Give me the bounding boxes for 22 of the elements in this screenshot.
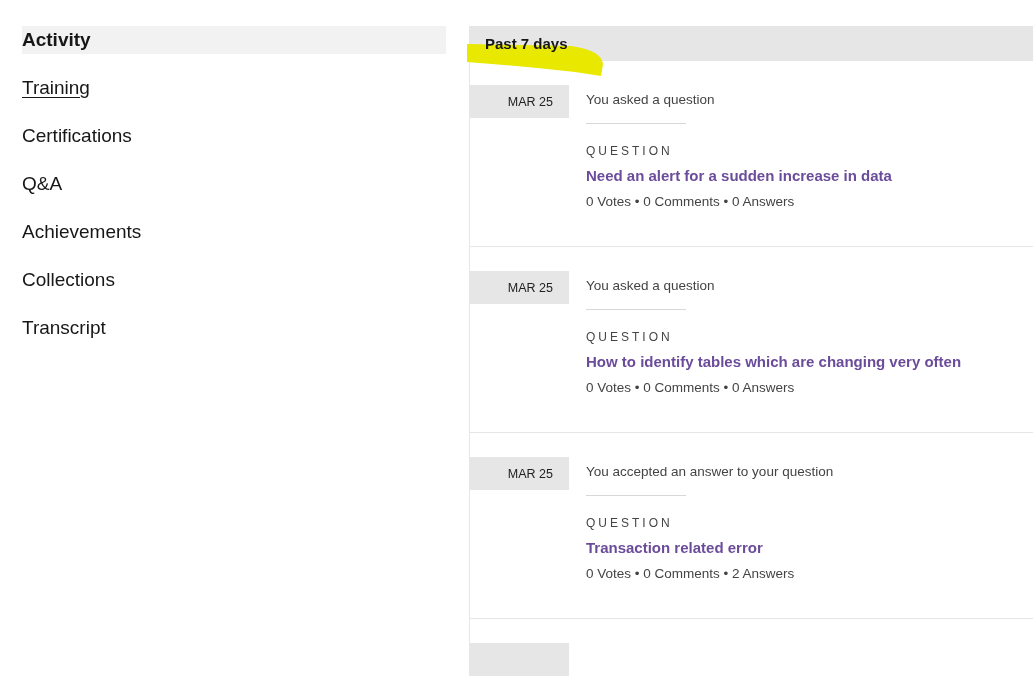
sidebar-item[interactable]: Q&A: [22, 170, 446, 198]
date-badge: MAR 25: [470, 85, 569, 118]
question-stats: 0 Votes • 0 Comments • 2 Answers: [586, 566, 796, 581]
sidebar-item[interactable]: Certifications: [22, 122, 446, 150]
activity-description: You accepted an answer to your question: [586, 464, 834, 479]
question-link[interactable]: How to identify tables which are changing very often: [586, 353, 962, 370]
activity-description: You asked a question: [586, 92, 716, 107]
item-type: QUESTION: [586, 516, 674, 530]
question-stats: 0 Votes • 0 Comments • 0 Answers: [586, 380, 796, 395]
question-stats: 0 Votes • 0 Comments • 0 Answers: [586, 194, 796, 209]
sidebar-item[interactable]: Achievements: [22, 218, 446, 246]
date-badge: MAR 25: [470, 457, 569, 490]
item-type: QUESTION: [586, 330, 674, 344]
sidebar-item[interactable]: Training: [22, 74, 446, 102]
sidebar-item[interactable]: Transcript: [22, 314, 446, 342]
date-badge: MAR 25: [470, 271, 569, 304]
sidebar-item[interactable]: Collections: [22, 266, 446, 294]
question-link[interactable]: Need an alert for a sudden increase in data: [586, 167, 892, 184]
activity-description: You asked a question: [586, 278, 716, 293]
question-link[interactable]: Transaction related error: [586, 539, 834, 556]
sidebar-item[interactable]: Activity: [22, 26, 446, 54]
item-type: QUESTION: [586, 144, 674, 158]
